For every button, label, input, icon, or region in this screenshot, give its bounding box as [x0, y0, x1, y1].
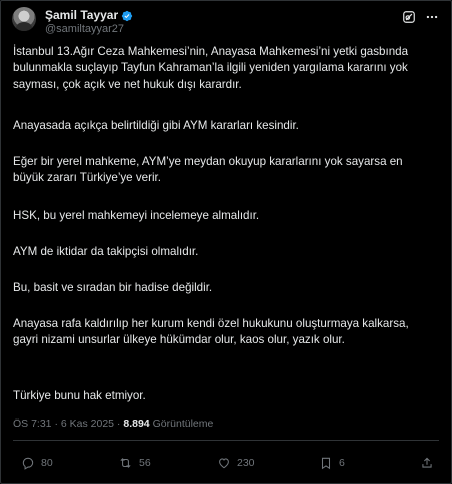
- tweet-paragraph: Anayasa rafa kaldırılıp her kurum kendi …: [13, 317, 409, 347]
- action-bar: 80 56 230 6: [1, 456, 451, 474]
- reply-button[interactable]: 80: [21, 456, 53, 470]
- tweet-header: Şamil Tayyar @samiltayyar27: [12, 5, 439, 35]
- bookmark-count: 6: [339, 457, 345, 469]
- tweet-paragraph: İstanbul 13.Ağır Ceza Mahkemesi’nin, Ana…: [13, 45, 409, 91]
- tweet-paragraph: AYM de iktidar da takipçisi olmalıdır.: [13, 245, 199, 258]
- tweet-meta: ÖS 7:31 · 6 Kas 2025 · 8.894 Görüntüleme: [13, 418, 213, 430]
- meta-separator: ·: [114, 418, 124, 430]
- share-button[interactable]: [420, 456, 434, 470]
- view-count: 8.894: [123, 418, 150, 430]
- author-name[interactable]: Şamil Tayyar: [45, 8, 118, 22]
- bookmark-button[interactable]: 6: [319, 456, 345, 470]
- tweet-paragraph: Eğer bir yerel mahkeme, AYM’ye meydan ok…: [13, 155, 403, 185]
- repost-button[interactable]: 56: [118, 456, 151, 470]
- verified-badge-icon: [121, 9, 133, 22]
- share-icon: [420, 456, 434, 470]
- divider: [13, 440, 439, 441]
- avatar[interactable]: [12, 7, 36, 31]
- author-name-row[interactable]: Şamil Tayyar: [45, 8, 133, 22]
- tweet-time[interactable]: ÖS 7:31: [13, 418, 52, 430]
- grok-icon[interactable]: [402, 10, 416, 24]
- view-label: Görüntüleme: [152, 418, 214, 430]
- author-handle[interactable]: @samiltayyar27: [45, 23, 124, 35]
- meta-separator: ·: [51, 418, 61, 430]
- header-actions: [402, 10, 439, 24]
- like-count: 230: [237, 457, 255, 469]
- repost-count: 56: [139, 457, 151, 469]
- reply-count: 80: [41, 457, 53, 469]
- more-icon[interactable]: [425, 10, 439, 24]
- like-icon: [217, 456, 231, 470]
- tweet-paragraph: HSK, bu yerel mahkemeyi incelemeye almal…: [13, 209, 260, 222]
- like-button[interactable]: 230: [217, 456, 255, 470]
- tweet-date[interactable]: 6 Kas 2025: [61, 418, 114, 430]
- reply-icon: [21, 456, 35, 470]
- tweet-paragraph: Bu, basit ve sıradan bir hadise değildir…: [13, 281, 213, 294]
- tweet-card: Şamil Tayyar @samiltayyar27 İstanbul 13.…: [0, 0, 452, 484]
- bookmark-icon: [319, 456, 333, 470]
- tweet-paragraph: Anayasada açıkça belirtildiği gibi AYM k…: [13, 119, 299, 132]
- repost-icon: [118, 456, 133, 470]
- tweet-paragraph: Türkiye bunu hak etmiyor.: [13, 389, 146, 402]
